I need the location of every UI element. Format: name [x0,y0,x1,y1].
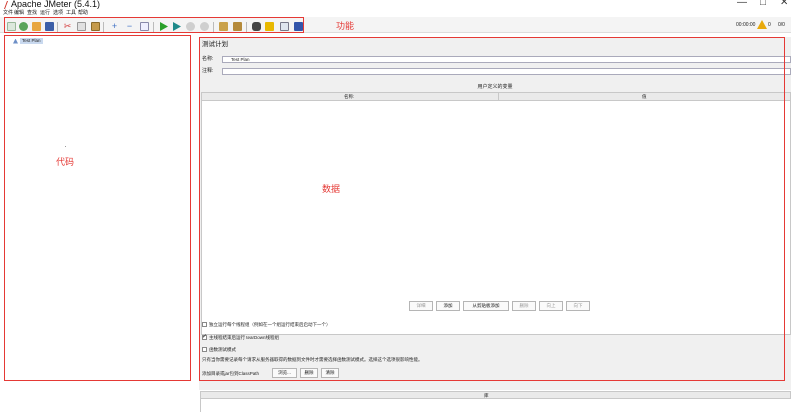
classpath-table-header: 库 [200,391,791,399]
menu-options[interactable]: 选项 [53,10,63,17]
minimize-button[interactable]: — [737,0,747,8]
classpath-table[interactable] [200,399,791,412]
code-annotation-box [4,35,191,381]
close-button[interactable]: ✕ [780,0,788,8]
elapsed-timer: 00:00:00 [736,22,756,28]
data-annotation-label: 数据 [322,184,341,194]
menu-help[interactable]: 帮助 [78,10,88,17]
thread-count: 0/0 [778,22,785,28]
code-annotation-label: 代码 [56,157,75,167]
warning-icon[interactable] [757,20,767,29]
data-annotation-box [199,37,785,381]
window-title: Apache JMeter (5.4.1) [11,0,101,9]
toolbar-annotation-box [4,17,304,33]
warning-count: 0 [768,22,771,28]
title-bar: Apache JMeter (5.4.1) — □ ✕ [0,0,791,10]
toolbar-annotation-label: 功能 [336,21,355,31]
jmeter-logo-icon [4,1,8,9]
menu-search[interactable]: 查找 [27,10,37,17]
menu-file[interactable]: 文件 [3,10,13,17]
menu-tools[interactable]: 工具 [66,10,76,17]
menu-run[interactable]: 运行 [40,10,50,17]
menu-edit[interactable]: 编辑 [14,10,24,17]
menu-bar: 文件 编辑 查找 运行 选项 工具 帮助 [0,10,200,17]
maximize-button[interactable]: □ [760,0,766,8]
